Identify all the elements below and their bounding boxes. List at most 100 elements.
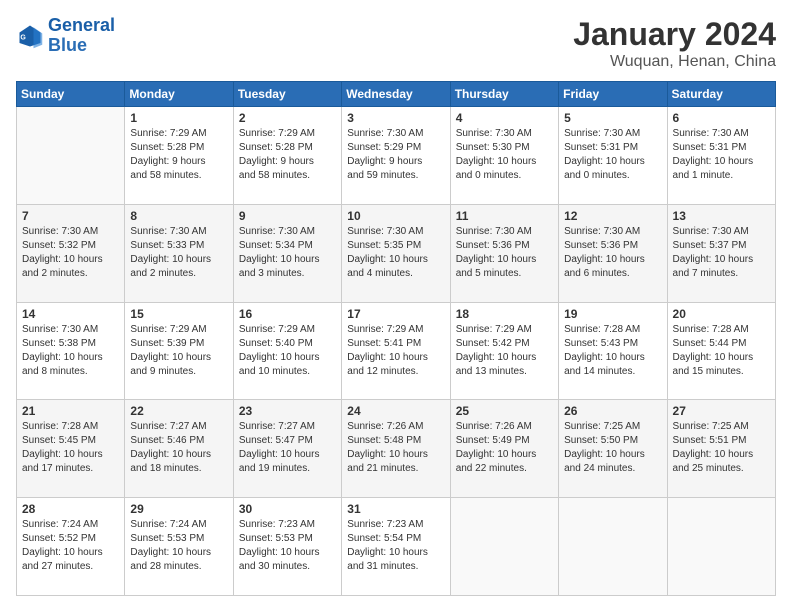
day-info: Sunrise: 7:25 AM Sunset: 5:51 PM Dayligh… bbox=[673, 420, 770, 476]
day-number: 31 bbox=[347, 502, 444, 516]
day-number: 25 bbox=[456, 404, 553, 418]
day-info: Sunrise: 7:30 AM Sunset: 5:29 PM Dayligh… bbox=[347, 127, 444, 183]
table-row: 30 Sunrise: 7:23 AM Sunset: 5:53 PM Dayli… bbox=[233, 498, 341, 596]
logo-text: General Blue bbox=[48, 16, 115, 56]
day-info: Sunrise: 7:29 AM Sunset: 5:28 PM Dayligh… bbox=[130, 127, 227, 183]
day-info: Sunrise: 7:29 AM Sunset: 5:39 PM Dayligh… bbox=[130, 323, 227, 379]
day-info: Sunrise: 7:23 AM Sunset: 5:53 PM Dayligh… bbox=[239, 518, 336, 574]
calendar-week-row: 21 Sunrise: 7:28 AM Sunset: 5:45 PM Dayli… bbox=[17, 400, 776, 498]
table-row: 13 Sunrise: 7:30 AM Sunset: 5:37 PM Dayli… bbox=[667, 204, 775, 302]
day-info: Sunrise: 7:30 AM Sunset: 5:36 PM Dayligh… bbox=[564, 225, 661, 281]
table-row: 21 Sunrise: 7:28 AM Sunset: 5:45 PM Dayli… bbox=[17, 400, 125, 498]
day-number: 22 bbox=[130, 404, 227, 418]
table-row: 19 Sunrise: 7:28 AM Sunset: 5:43 PM Dayli… bbox=[559, 302, 667, 400]
logo-icon: G bbox=[16, 22, 44, 50]
day-info: Sunrise: 7:30 AM Sunset: 5:35 PM Dayligh… bbox=[347, 225, 444, 281]
day-info: Sunrise: 7:29 AM Sunset: 5:40 PM Dayligh… bbox=[239, 323, 336, 379]
day-info: Sunrise: 7:23 AM Sunset: 5:54 PM Dayligh… bbox=[347, 518, 444, 574]
day-info: Sunrise: 7:30 AM Sunset: 5:34 PM Dayligh… bbox=[239, 225, 336, 281]
table-row: 23Sunrise: 7:27 AM Sunset: 5:47 PM Dayli… bbox=[233, 400, 341, 498]
main-title: January 2024 bbox=[573, 16, 776, 53]
table-row: 10 Sunrise: 7:30 AM Sunset: 5:35 PM Dayli… bbox=[342, 204, 450, 302]
day-number: 7 bbox=[22, 209, 119, 223]
table-row: 1Sunrise: 7:29 AM Sunset: 5:28 PM Daylig… bbox=[125, 107, 233, 205]
table-row: 31 Sunrise: 7:23 AM Sunset: 5:54 PM Dayli… bbox=[342, 498, 450, 596]
day-number: 12 bbox=[564, 209, 661, 223]
table-row: 11 Sunrise: 7:30 AM Sunset: 5:36 PM Dayli… bbox=[450, 204, 558, 302]
day-number: 10 bbox=[347, 209, 444, 223]
calendar-week-row: 28 Sunrise: 7:24 AM Sunset: 5:52 PM Dayli… bbox=[17, 498, 776, 596]
day-info: Sunrise: 7:29 AM Sunset: 5:42 PM Dayligh… bbox=[456, 323, 553, 379]
table-row: 25 Sunrise: 7:26 AM Sunset: 5:49 PM Dayli… bbox=[450, 400, 558, 498]
col-wednesday: Wednesday bbox=[342, 82, 450, 107]
table-row: 14Sunrise: 7:30 AM Sunset: 5:38 PM Dayli… bbox=[17, 302, 125, 400]
day-info: Sunrise: 7:26 AM Sunset: 5:48 PM Dayligh… bbox=[347, 420, 444, 476]
day-info: Sunrise: 7:30 AM Sunset: 5:37 PM Dayligh… bbox=[673, 225, 770, 281]
table-row bbox=[17, 107, 125, 205]
day-number: 28 bbox=[22, 502, 119, 516]
calendar-week-row: 7 Sunrise: 7:30 AM Sunset: 5:32 PM Daylig… bbox=[17, 204, 776, 302]
day-number: 9 bbox=[239, 209, 336, 223]
day-info: Sunrise: 7:25 AM Sunset: 5:50 PM Dayligh… bbox=[564, 420, 661, 476]
day-info: Sunrise: 7:29 AM Sunset: 5:28 PM Dayligh… bbox=[239, 127, 336, 183]
calendar-week-row: 14Sunrise: 7:30 AM Sunset: 5:38 PM Dayli… bbox=[17, 302, 776, 400]
day-number: 18 bbox=[456, 307, 553, 321]
table-row bbox=[667, 498, 775, 596]
day-number: 11 bbox=[456, 209, 553, 223]
table-row: 7 Sunrise: 7:30 AM Sunset: 5:32 PM Daylig… bbox=[17, 204, 125, 302]
header: G General Blue January 2024 Wuquan, Hena… bbox=[16, 16, 776, 71]
day-number: 27 bbox=[673, 404, 770, 418]
table-row: 24 Sunrise: 7:26 AM Sunset: 5:48 PM Dayli… bbox=[342, 400, 450, 498]
day-info: Sunrise: 7:29 AM Sunset: 5:41 PM Dayligh… bbox=[347, 323, 444, 379]
table-row: 4 Sunrise: 7:30 AM Sunset: 5:30 PM Daylig… bbox=[450, 107, 558, 205]
table-row: 27 Sunrise: 7:25 AM Sunset: 5:51 PM Dayli… bbox=[667, 400, 775, 498]
logo-blue: Blue bbox=[48, 35, 87, 55]
table-row bbox=[450, 498, 558, 596]
day-info: Sunrise: 7:30 AM Sunset: 5:31 PM Dayligh… bbox=[673, 127, 770, 183]
table-row bbox=[559, 498, 667, 596]
calendar-header-row: Sunday Monday Tuesday Wednesday Thursday… bbox=[17, 82, 776, 107]
table-row: 20Sunrise: 7:28 AM Sunset: 5:44 PM Dayli… bbox=[667, 302, 775, 400]
table-row: 6 Sunrise: 7:30 AM Sunset: 5:31 PM Daylig… bbox=[667, 107, 775, 205]
day-info: Sunrise: 7:24 AM Sunset: 5:52 PM Dayligh… bbox=[22, 518, 119, 574]
col-sunday: Sunday bbox=[17, 82, 125, 107]
day-number: 15 bbox=[130, 307, 227, 321]
table-row: 3Sunrise: 7:30 AM Sunset: 5:29 PM Daylig… bbox=[342, 107, 450, 205]
day-number: 13 bbox=[673, 209, 770, 223]
day-number: 21 bbox=[22, 404, 119, 418]
day-number: 8 bbox=[130, 209, 227, 223]
table-row: 22 Sunrise: 7:27 AM Sunset: 5:46 PM Dayli… bbox=[125, 400, 233, 498]
day-info: Sunrise: 7:26 AM Sunset: 5:49 PM Dayligh… bbox=[456, 420, 553, 476]
day-number: 20 bbox=[673, 307, 770, 321]
col-monday: Monday bbox=[125, 82, 233, 107]
table-row: 8Sunrise: 7:30 AM Sunset: 5:33 PM Daylig… bbox=[125, 204, 233, 302]
day-info: Sunrise: 7:30 AM Sunset: 5:36 PM Dayligh… bbox=[456, 225, 553, 281]
logo-general: General bbox=[48, 15, 115, 35]
table-row: 18 Sunrise: 7:29 AM Sunset: 5:42 PM Dayli… bbox=[450, 302, 558, 400]
day-info: Sunrise: 7:27 AM Sunset: 5:47 PM Dayligh… bbox=[239, 420, 336, 476]
calendar-week-row: 1Sunrise: 7:29 AM Sunset: 5:28 PM Daylig… bbox=[17, 107, 776, 205]
day-number: 30 bbox=[239, 502, 336, 516]
day-number: 2 bbox=[239, 111, 336, 125]
day-number: 24 bbox=[347, 404, 444, 418]
day-number: 5 bbox=[564, 111, 661, 125]
day-info: Sunrise: 7:30 AM Sunset: 5:32 PM Dayligh… bbox=[22, 225, 119, 281]
table-row: 26Sunrise: 7:25 AM Sunset: 5:50 PM Dayli… bbox=[559, 400, 667, 498]
day-number: 19 bbox=[564, 307, 661, 321]
day-info: Sunrise: 7:28 AM Sunset: 5:43 PM Dayligh… bbox=[564, 323, 661, 379]
day-info: Sunrise: 7:27 AM Sunset: 5:46 PM Dayligh… bbox=[130, 420, 227, 476]
svg-text:G: G bbox=[20, 34, 26, 41]
table-row: 2 Sunrise: 7:29 AM Sunset: 5:28 PM Daylig… bbox=[233, 107, 341, 205]
table-row: 5Sunrise: 7:30 AM Sunset: 5:31 PM Daylig… bbox=[559, 107, 667, 205]
day-number: 29 bbox=[130, 502, 227, 516]
title-block: January 2024 Wuquan, Henan, China bbox=[573, 16, 776, 71]
subtitle: Wuquan, Henan, China bbox=[573, 53, 776, 71]
day-number: 6 bbox=[673, 111, 770, 125]
day-info: Sunrise: 7:30 AM Sunset: 5:38 PM Dayligh… bbox=[22, 323, 119, 379]
table-row: 15 Sunrise: 7:29 AM Sunset: 5:39 PM Dayli… bbox=[125, 302, 233, 400]
day-info: Sunrise: 7:28 AM Sunset: 5:45 PM Dayligh… bbox=[22, 420, 119, 476]
day-number: 4 bbox=[456, 111, 553, 125]
page: G General Blue January 2024 Wuquan, Hena… bbox=[0, 0, 792, 612]
day-info: Sunrise: 7:30 AM Sunset: 5:30 PM Dayligh… bbox=[456, 127, 553, 183]
calendar-table: Sunday Monday Tuesday Wednesday Thursday… bbox=[16, 81, 776, 596]
